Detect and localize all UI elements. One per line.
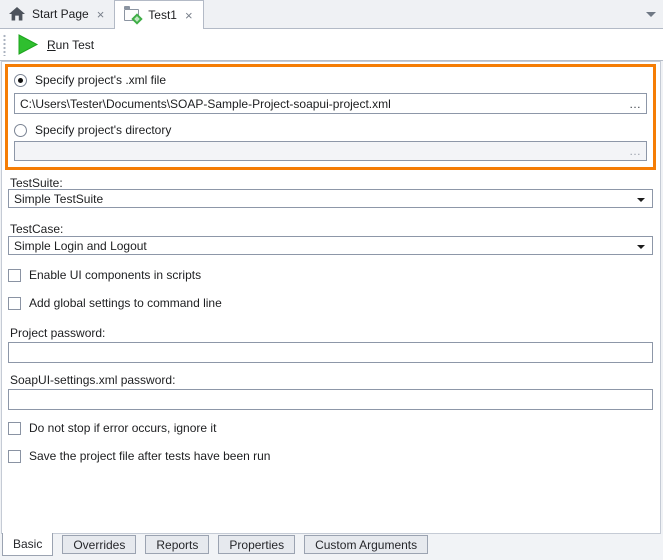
browse-directory-button[interactable]: … — [629, 142, 642, 160]
checkbox-enable-ui[interactable]: Enable UI components in scripts — [8, 268, 201, 282]
checkbox-label: Save the project file after tests have b… — [29, 449, 270, 463]
dropdown-arrow-icon — [637, 245, 645, 249]
play-icon — [16, 33, 39, 56]
soapui-password-input[interactable] — [8, 389, 653, 410]
testcase-value: Simple Login and Logout — [14, 239, 147, 253]
radio-button-icon[interactable] — [14, 74, 27, 87]
testsuite-select[interactable]: Simple TestSuite — [8, 189, 653, 208]
project-password-input[interactable] — [8, 342, 653, 363]
checkbox-icon[interactable] — [8, 297, 21, 310]
checkbox-save-project[interactable]: Save the project file after tests have b… — [8, 449, 270, 463]
testcase-label: TestCase: — [10, 222, 63, 236]
project-source-group: Specify project's .xml file … Specify pr… — [5, 64, 656, 170]
radio-specify-xml[interactable]: Specify project's .xml file — [14, 73, 166, 87]
tab-label: Properties — [229, 538, 284, 552]
project-icon — [124, 8, 141, 23]
toolbar: Run Test — [0, 29, 663, 61]
document-tab-bar: Start Page × Test1 × — [0, 0, 663, 29]
basic-settings-panel: Specify project's .xml file … Specify pr… — [1, 61, 661, 534]
run-test-button[interactable]: Run Test — [14, 31, 100, 58]
dropdown-arrow-icon — [637, 198, 645, 202]
run-test-label: Run Test — [47, 38, 94, 52]
tab-label: Overrides — [73, 538, 125, 552]
checkbox-ignore-errors[interactable]: Do not stop if error occurs, ignore it — [8, 421, 216, 435]
tab-test1[interactable]: Test1 × — [114, 0, 203, 29]
checkbox-icon[interactable] — [8, 422, 21, 435]
checkbox-label: Enable UI components in scripts — [29, 268, 201, 282]
radio-button-icon[interactable] — [14, 124, 27, 137]
settings-tab-strip: Basic Overrides Reports Properties Custo… — [0, 534, 663, 560]
close-icon[interactable]: × — [184, 9, 194, 22]
radio-specify-directory[interactable]: Specify project's directory — [14, 123, 171, 137]
soapui-password-label: SoapUI-settings.xml password: — [10, 373, 175, 387]
tab-properties[interactable]: Properties — [218, 535, 295, 554]
tab-reports[interactable]: Reports — [145, 535, 209, 554]
tab-list-arrow-icon[interactable] — [646, 12, 656, 17]
soapui-password-wrap — [8, 389, 653, 410]
home-icon — [9, 7, 25, 21]
testsuite-label: TestSuite: — [10, 176, 63, 190]
xml-file-field-wrap: … — [14, 93, 647, 114]
directory-field-wrap: … — [14, 141, 647, 161]
tab-custom-arguments[interactable]: Custom Arguments — [304, 535, 428, 554]
tab-label: Basic — [13, 537, 42, 551]
tab-label: Start Page — [32, 7, 89, 21]
tab-start-page[interactable]: Start Page × — [0, 0, 114, 28]
radio-label: Specify project's .xml file — [35, 73, 166, 87]
checkbox-label: Do not stop if error occurs, ignore it — [29, 421, 216, 435]
checkbox-icon[interactable] — [8, 269, 21, 282]
tab-basic[interactable]: Basic — [2, 533, 53, 556]
browse-xml-button[interactable]: … — [629, 94, 642, 113]
checkbox-global-settings[interactable]: Add global settings to command line — [8, 296, 222, 310]
tab-label: Custom Arguments — [315, 538, 417, 552]
close-icon[interactable]: × — [96, 8, 106, 21]
project-password-wrap — [8, 342, 653, 363]
tab-label: Test1 — [148, 8, 177, 22]
radio-label: Specify project's directory — [35, 123, 171, 137]
tab-label: Reports — [156, 538, 198, 552]
directory-input[interactable] — [14, 141, 647, 161]
toolbar-grip-handle[interactable] — [3, 34, 6, 56]
project-password-label: Project password: — [10, 326, 105, 340]
checkbox-icon[interactable] — [8, 450, 21, 463]
testcase-select[interactable]: Simple Login and Logout — [8, 236, 653, 255]
tab-overrides[interactable]: Overrides — [62, 535, 136, 554]
checkbox-label: Add global settings to command line — [29, 296, 222, 310]
xml-file-input[interactable] — [14, 93, 647, 114]
testsuite-value: Simple TestSuite — [14, 192, 103, 206]
